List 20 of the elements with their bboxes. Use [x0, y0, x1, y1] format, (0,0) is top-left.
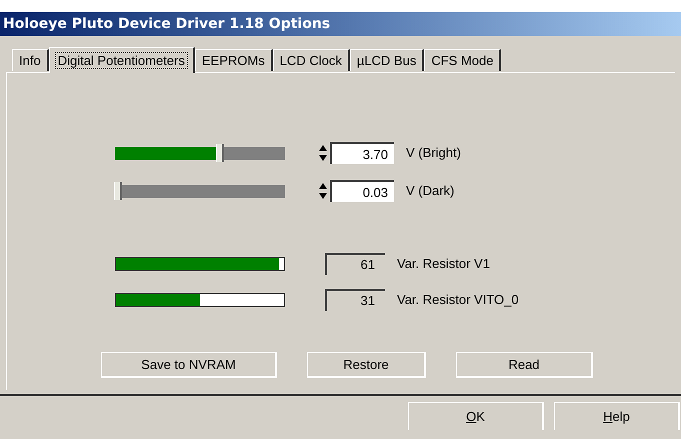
- value-field[interactable]: 3.70: [330, 142, 394, 164]
- tab[interactable]: EEPROMs: [194, 49, 273, 71]
- reading-field: 61: [325, 253, 385, 275]
- meter-label: Var. Resistor V1: [397, 255, 490, 274]
- tab[interactable]: LCD Clock: [272, 49, 350, 71]
- tab[interactable]: Info: [12, 49, 49, 71]
- window-title: Holoeye Pluto Device Driver 1.18 Options: [3, 14, 330, 34]
- unit-label: V (Bright): [406, 144, 461, 162]
- action-button[interactable]: Save to NVRAM: [101, 352, 277, 378]
- unit-label: V (Dark): [406, 182, 454, 200]
- tab[interactable]: CFS Mode: [424, 49, 502, 71]
- meter-label: Var. Resistor VITO_0: [397, 291, 519, 310]
- reading-field: 31: [325, 289, 385, 311]
- tab[interactable]: Digital Potentiometers: [48, 47, 195, 73]
- dialog-button[interactable]: OK: [408, 402, 544, 430]
- dialog-button[interactable]: Help: [554, 402, 680, 430]
- value-field[interactable]: 0.03: [330, 180, 394, 202]
- action-button[interactable]: Restore: [307, 352, 426, 378]
- action-button[interactable]: Read: [456, 352, 593, 378]
- tab[interactable]: µLCD Bus: [350, 49, 424, 71]
